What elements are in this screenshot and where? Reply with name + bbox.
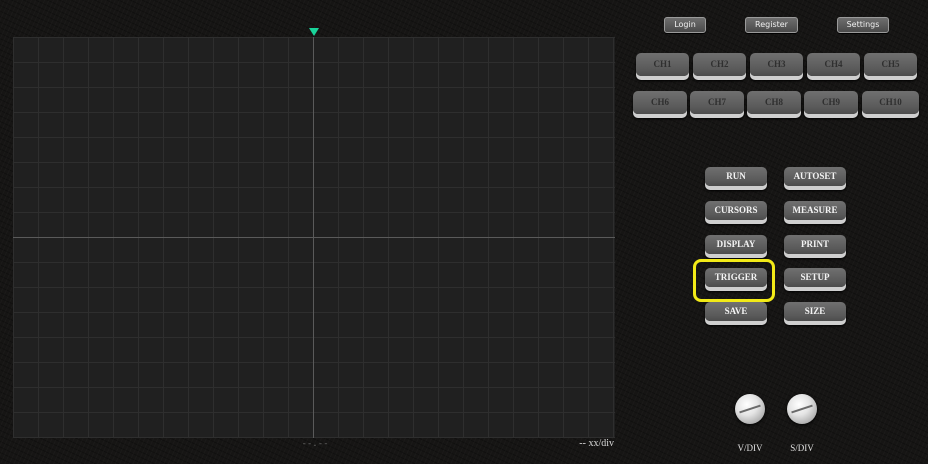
login-button[interactable]: Login: [664, 17, 706, 33]
scale-readout: -- xx/div: [579, 438, 614, 449]
save-button[interactable]: SAVE: [705, 302, 767, 321]
channel-button-ch9[interactable]: CH9: [804, 91, 858, 114]
channel-button-ch8[interactable]: CH8: [747, 91, 801, 114]
knob-indicator-icon: [739, 404, 761, 414]
settings-button[interactable]: Settings: [837, 17, 889, 33]
display-button[interactable]: DISPLAY: [705, 235, 767, 254]
channel-button-ch3[interactable]: CH3: [750, 53, 803, 76]
channel-button-ch10[interactable]: CH10: [862, 91, 919, 114]
seconds-per-div-knob[interactable]: [787, 394, 817, 424]
time-offset-readout: --.--: [301, 439, 329, 449]
sdiv-label: S/DIV: [790, 443, 814, 453]
volts-per-div-knob[interactable]: [735, 394, 765, 424]
horizontal-center-line: [13, 237, 615, 238]
trigger-highlight-frame: [693, 259, 775, 302]
vertical-center-line: [313, 37, 314, 438]
size-button[interactable]: SIZE: [784, 302, 846, 321]
print-button[interactable]: PRINT: [784, 235, 846, 254]
register-button[interactable]: Register: [745, 17, 798, 33]
channel-button-ch4[interactable]: CH4: [807, 53, 860, 76]
channel-button-ch6[interactable]: CH6: [633, 91, 687, 114]
scope-screen: [13, 37, 615, 438]
channel-button-ch2[interactable]: CH2: [693, 53, 746, 76]
measure-button[interactable]: MEASURE: [784, 201, 846, 220]
channel-button-ch1[interactable]: CH1: [636, 53, 689, 76]
cursors-button[interactable]: CURSORS: [705, 201, 767, 220]
autoset-button[interactable]: AUTOSET: [784, 167, 846, 186]
run-button[interactable]: RUN: [705, 167, 767, 186]
trigger-position-marker-icon[interactable]: [309, 28, 319, 36]
vdiv-label: V/DIV: [737, 443, 763, 453]
channel-button-ch5[interactable]: CH5: [864, 53, 917, 76]
channel-button-ch7[interactable]: CH7: [690, 91, 744, 114]
knob-indicator-icon: [791, 404, 813, 414]
setup-button[interactable]: SETUP: [784, 268, 846, 287]
